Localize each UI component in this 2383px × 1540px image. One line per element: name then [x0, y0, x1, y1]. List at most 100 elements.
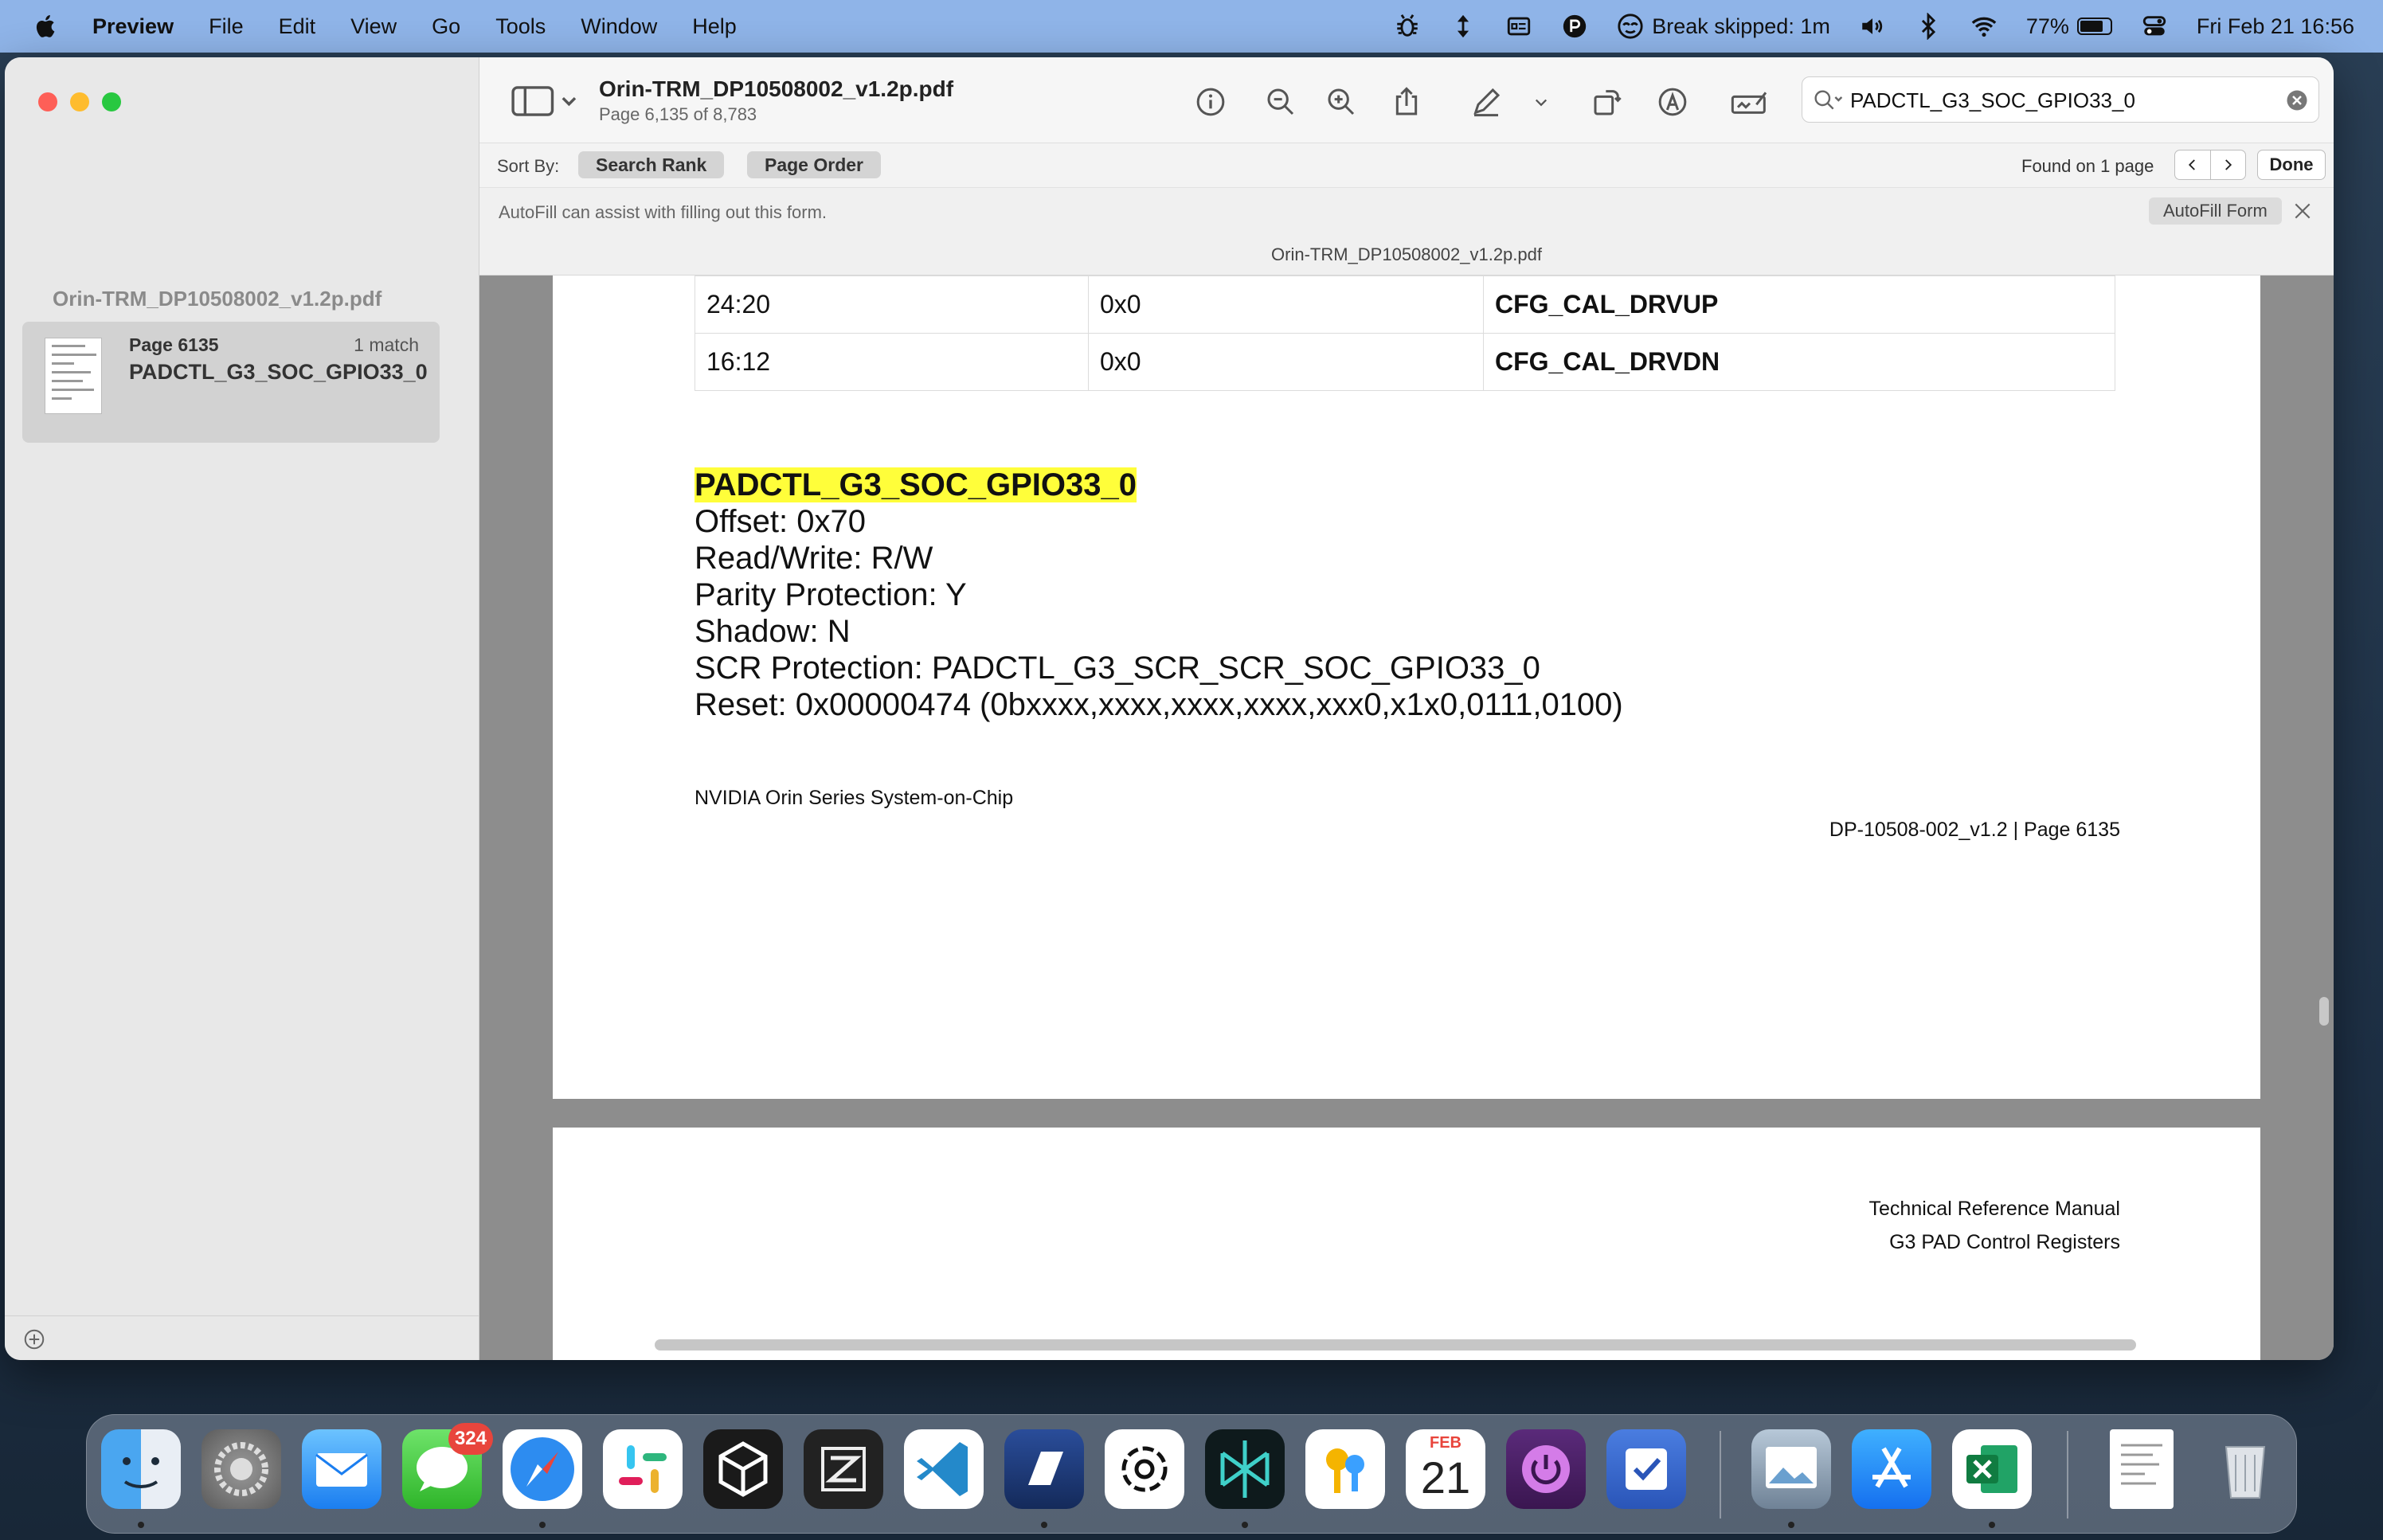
markup-pen-icon[interactable] [1470, 86, 1502, 118]
table-cell-field: CFG_CAL_DRVDN [1483, 333, 2115, 391]
autofill-form-button[interactable]: AutoFill Form [2149, 197, 2282, 225]
dock-vscode[interactable] [904, 1429, 984, 1509]
sort-search-rank-button[interactable]: Search Rank [578, 151, 725, 178]
break-status-text: Break skipped: 1m [1652, 14, 1830, 38]
clipboard-p-icon[interactable] [1561, 13, 1588, 40]
register-shadow: Shadow: N [695, 614, 851, 649]
compass-icon [511, 1437, 574, 1501]
window-controls [38, 92, 134, 111]
zoom-window-button[interactable] [102, 92, 121, 111]
add-circle-icon[interactable] [22, 1327, 46, 1351]
dock-tasks[interactable] [1606, 1429, 1686, 1509]
dock-safari[interactable] [503, 1429, 582, 1509]
bluetooth-icon[interactable] [1915, 13, 1942, 40]
dock-unity[interactable] [703, 1429, 783, 1509]
rotate-icon[interactable] [1591, 86, 1623, 118]
wifi-icon[interactable] [1970, 13, 1998, 40]
battery-status[interactable]: 77% [2026, 14, 2112, 39]
dock-passwords[interactable] [1305, 1429, 1385, 1509]
previous-match-button[interactable] [2175, 150, 2210, 179]
vertical-arrows-icon[interactable] [1450, 13, 1477, 40]
pdf-page-6135: 24:20 0x0 CFG_CAL_DRVUP 16:12 0x0 CFG_CA… [553, 276, 2260, 1099]
search-input[interactable] [1850, 85, 2264, 115]
horizontal-scrollbar[interactable] [655, 1339, 2136, 1350]
menu-app-name[interactable]: Preview [92, 14, 174, 39]
dock-trash[interactable] [2205, 1429, 2285, 1509]
sort-page-order-button[interactable]: Page Order [747, 151, 881, 178]
clear-search-icon[interactable] [2285, 88, 2309, 112]
dock-app-store[interactable] [1852, 1429, 1931, 1509]
zoom-out-icon[interactable] [1265, 86, 1297, 118]
found-count-text: Found on 1 page [2021, 156, 2154, 176]
dock-mail[interactable] [302, 1429, 382, 1509]
dock-slack[interactable] [603, 1429, 683, 1509]
menu-tools[interactable]: Tools [495, 14, 546, 39]
minimize-window-button[interactable] [70, 92, 89, 111]
signature-form-icon[interactable] [1730, 86, 1770, 118]
register-reset: Reset: 0x00000474 (0bxxxx,xxxx,xxxx,xxxx… [695, 687, 1623, 722]
chatgpt-icon [1121, 1446, 1168, 1492]
close-autofill-icon[interactable] [2292, 201, 2313, 221]
info-icon[interactable] [1195, 86, 1227, 118]
dock-chatgpt[interactable] [1105, 1429, 1184, 1509]
volume-icon[interactable] [1859, 13, 1886, 40]
register-offset: Offset: 0x70 [695, 504, 866, 539]
apple-menu-icon[interactable] [32, 12, 61, 41]
dock-excel[interactable] [1952, 1429, 2032, 1509]
sidebar-footer [5, 1315, 479, 1360]
power-icon [1522, 1445, 1570, 1493]
pdf-canvas[interactable]: 24:20 0x0 CFG_CAL_DRVUP 16:12 0x0 CFG_CA… [479, 276, 2334, 1360]
menu-file[interactable]: File [209, 14, 244, 39]
dock-preview[interactable] [1751, 1429, 1831, 1509]
share-icon[interactable] [1391, 86, 1422, 118]
dock-linear[interactable] [1004, 1429, 1084, 1509]
menu-help[interactable]: Help [692, 14, 737, 39]
result-match-count: 1 match [354, 334, 419, 355]
search-field[interactable] [1802, 76, 2319, 123]
eye-face-icon [1618, 14, 1643, 39]
menu-edit[interactable]: Edit [279, 14, 316, 39]
menu-view[interactable]: View [350, 14, 397, 39]
menubar-clock[interactable]: Fri Feb 21 16:56 [2197, 14, 2354, 39]
key-icon [1326, 1448, 1364, 1493]
table-cell-bits: 24:20 [695, 276, 1089, 334]
dock: 324 FEB 21 [86, 1414, 2297, 1534]
menu-go[interactable]: Go [432, 14, 460, 39]
break-timer[interactable]: Break skipped: 1m [1617, 13, 1830, 40]
bug-icon[interactable] [1394, 13, 1421, 40]
table-cell-bits: 16:12 [695, 333, 1089, 391]
vertical-scrollbar[interactable] [2319, 997, 2329, 1026]
dock-finder[interactable] [101, 1429, 181, 1509]
dock-recent-document[interactable] [2110, 1429, 2174, 1509]
next-match-button[interactable] [2209, 150, 2246, 179]
chevron-right-icon [2225, 159, 2232, 170]
register-description: PADCTL_G3_SOC_GPIO33_0 Offset: 0x70 Read… [695, 467, 1623, 723]
sidebar-toggle-icon[interactable] [511, 86, 578, 116]
envelope-icon [315, 1453, 368, 1487]
close-window-button[interactable] [38, 92, 57, 111]
dock-calendar[interactable]: FEB 21 [1406, 1429, 1485, 1509]
control-center-icon[interactable] [2141, 13, 2168, 40]
linear-icon [1028, 1452, 1063, 1485]
document-icon [2121, 1444, 2162, 1485]
highlight-circle-icon[interactable] [1657, 86, 1688, 118]
dock-system-settings[interactable] [202, 1429, 281, 1509]
table-row: 24:20 0x0 CFG_CAL_DRVUP [695, 276, 2115, 334]
zed-icon [821, 1447, 866, 1491]
markup-chevron-down-icon[interactable] [1529, 86, 1553, 118]
dock-perplexity[interactable] [1205, 1429, 1285, 1509]
search-result-item[interactable]: Page 6135 1 match PADCTL_G3_SOC_GPIO33_0 [22, 322, 440, 443]
find-done-button[interactable]: Done [2257, 150, 2326, 180]
dock-separator [1720, 1431, 1721, 1519]
dock-power-app[interactable] [1506, 1429, 1586, 1509]
search-icon[interactable] [1812, 87, 1844, 114]
window-status-icon[interactable] [1505, 13, 1532, 40]
menu-window[interactable]: Window [581, 14, 657, 39]
zoom-in-icon[interactable] [1325, 86, 1357, 118]
dock-zed[interactable] [804, 1429, 883, 1509]
document-title: Orin-TRM_DP10508002_v1.2p.pdf [599, 76, 954, 101]
result-page-label: Page 6135 [129, 334, 219, 355]
excel-icon [1966, 1445, 2017, 1493]
dock-messages[interactable]: 324 [402, 1423, 493, 1509]
messages-badge: 324 [448, 1423, 493, 1455]
